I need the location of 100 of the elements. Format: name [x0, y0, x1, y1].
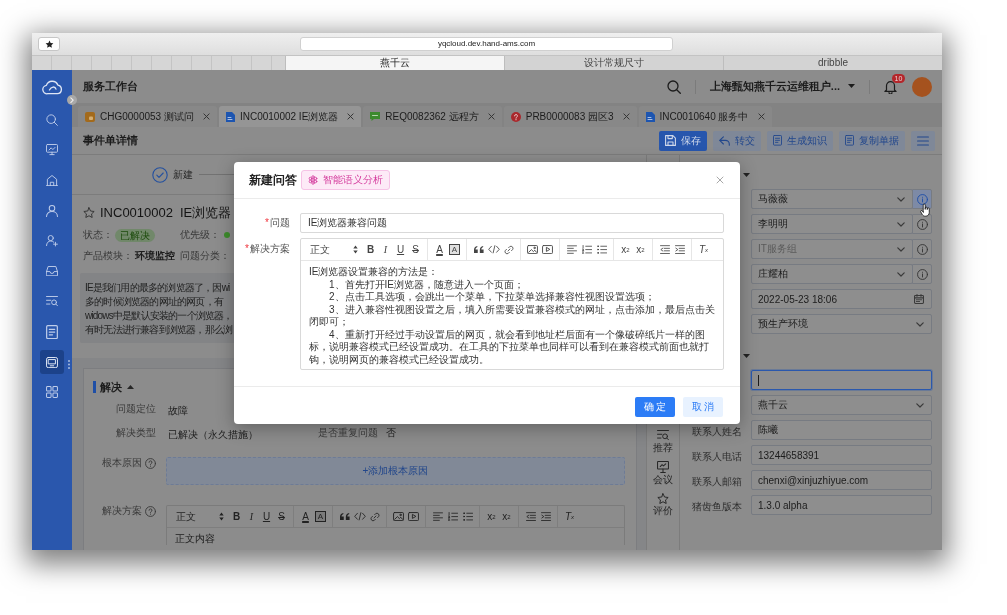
bell-icon[interactable] [884, 79, 897, 94]
input-field[interactable]: IE浏览器兼容问题 [300, 213, 724, 233]
video-icon[interactable] [408, 511, 419, 522]
sidebar-item[interactable] [40, 350, 64, 375]
field-label: 联系人邮箱 [692, 476, 742, 487]
italic-button[interactable]: I [244, 508, 259, 525]
bold-button[interactable]: B [363, 241, 378, 258]
add-root-cause-button[interactable]: +添加根本原因 [166, 457, 625, 485]
document-tab[interactable]: REQ0082362 远程方 [363, 106, 502, 127]
ordered-list-icon[interactable] [447, 511, 458, 522]
link-icon[interactable] [503, 244, 514, 255]
text-color-button[interactable]: A [298, 508, 313, 525]
address-field[interactable]: yqcloud.dev.hand-ams.com [300, 37, 673, 51]
chevron-down-icon [916, 402, 924, 408]
quote-icon[interactable] [473, 245, 484, 254]
field-label: 优先级： [180, 229, 220, 241]
save-button[interactable]: 保存 [659, 130, 707, 151]
document-tab[interactable]: INC0010640 服务中 [638, 106, 772, 127]
heading-select[interactable]: 正文 [171, 508, 229, 525]
field-value: 环境监控 [135, 250, 175, 262]
info-icon [916, 218, 928, 230]
search-icon[interactable] [666, 79, 681, 94]
caret-down-icon[interactable] [743, 172, 750, 178]
date-field[interactable]: 2022-05-23 18:06 [751, 289, 932, 309]
link-icon[interactable] [369, 511, 380, 522]
select-field[interactable]: 燕千云 [751, 395, 932, 415]
input-field[interactable]: 1.3.0 alpha [751, 495, 932, 515]
bullet-list-icon[interactable] [462, 511, 473, 522]
align-left-icon[interactable] [432, 511, 443, 522]
bold-button[interactable]: B [229, 508, 244, 525]
image-icon[interactable] [527, 244, 538, 255]
caret-down-icon[interactable] [743, 353, 750, 359]
code-icon[interactable] [487, 245, 500, 254]
semantic-analysis-button[interactable]: 智能语义分析 [301, 170, 390, 190]
outdent-icon[interactable] [659, 244, 670, 255]
code-icon[interactable] [353, 512, 366, 521]
close-icon[interactable] [757, 113, 765, 120]
ordered-list-icon[interactable] [581, 244, 592, 255]
text-color-button[interactable]: A [432, 241, 447, 258]
input-field[interactable]: 13244658391 [751, 445, 932, 465]
document-tab[interactable]: PRB0000083 园区3 [503, 106, 637, 127]
document-icon [645, 111, 655, 122]
editor-paragraph: 1、首先打开IE浏览器，随意进入一个页面； [328, 278, 525, 291]
meeting-button[interactable]: 会议 [653, 460, 673, 486]
cancel-button[interactable]: 取 消 [683, 397, 723, 417]
select-field[interactable]: 预生产环境 [751, 314, 932, 334]
star-icon [657, 492, 669, 504]
copy-button[interactable]: 复制单据 [839, 130, 905, 151]
knowledge-button[interactable]: 生成知识 [767, 130, 833, 151]
heading-select[interactable]: 正文 [305, 241, 363, 258]
info-button[interactable] [912, 264, 932, 284]
underline-button[interactable]: U [259, 508, 274, 525]
confirm-button[interactable]: 确 定 [635, 397, 675, 417]
rich-text-editor[interactable] [300, 238, 724, 370]
field-label: 解决类型 [116, 427, 156, 439]
tenant-dropdown[interactable]: 上海甄知燕千云运维租户... [709, 79, 855, 94]
caret-up-icon[interactable] [127, 384, 134, 390]
underline-button[interactable]: U [393, 241, 408, 258]
star-icon[interactable] [83, 206, 95, 219]
close-icon[interactable] [622, 113, 630, 120]
strikethrough-button[interactable]: S [408, 241, 423, 258]
image-icon[interactable] [393, 511, 404, 522]
highlight-button[interactable]: A [449, 244, 460, 255]
input-field[interactable]: chenxi@xinjuzhiyue.com [751, 470, 932, 490]
align-left-icon[interactable] [566, 244, 577, 255]
select-field[interactable]: 庄耀柏 [751, 264, 913, 284]
indent-icon[interactable] [674, 244, 685, 255]
chevron-down-icon [897, 271, 905, 277]
close-icon[interactable] [487, 113, 495, 120]
recommend-button[interactable]: 推荐 [653, 430, 673, 454]
close-icon[interactable] [202, 113, 210, 120]
close-icon[interactable] [347, 113, 355, 120]
info-button[interactable] [912, 189, 932, 209]
bookmark-button[interactable] [38, 37, 60, 51]
info-button[interactable] [912, 214, 932, 234]
rating-button[interactable]: 评价 [653, 492, 673, 517]
video-icon[interactable] [542, 244, 553, 255]
strikethrough-button[interactable]: S [274, 508, 289, 525]
select-field[interactable]: 马薇薇 [751, 189, 913, 209]
browser-tab[interactable]: 燕千云 [285, 56, 504, 70]
expand-button[interactable] [67, 95, 77, 105]
document-icon [773, 135, 782, 146]
add-user-icon [46, 235, 58, 247]
outdent-icon[interactable] [525, 511, 536, 522]
editor-paragraph: 4、重新打开经过手动设置后的网页，就会看到地址栏后面有一个像破碎纸片一样的图标，说明兼容模式已经设置成功。在工具的下拉菜单也同样可以看到在兼容模式前面也就打钩，说明网页的兼容模式已经设置成功。 [309, 328, 710, 366]
input-field[interactable] [751, 370, 932, 390]
document-tab[interactable]: INC0010002 IE浏览器 [218, 106, 362, 127]
indent-icon[interactable] [540, 511, 551, 522]
document-tab[interactable]: CHG0000053 测试问 [78, 106, 217, 127]
hand-cursor-icon [920, 203, 931, 217]
superscript-button[interactable]: x$^{2}$ [618, 241, 633, 258]
close-icon[interactable] [716, 176, 724, 184]
quote-icon[interactable] [339, 512, 350, 521]
bullet-list-icon[interactable] [596, 244, 607, 255]
highlight-button[interactable]: A [315, 511, 326, 522]
input-field[interactable]: 陈曦 [751, 420, 932, 440]
select-field[interactable]: 李明明 [751, 214, 913, 234]
superscript-button[interactable]: x$^{2}$ [484, 508, 499, 525]
transfer-button[interactable]: 转交 [713, 130, 761, 151]
italic-button[interactable]: I [378, 241, 393, 258]
